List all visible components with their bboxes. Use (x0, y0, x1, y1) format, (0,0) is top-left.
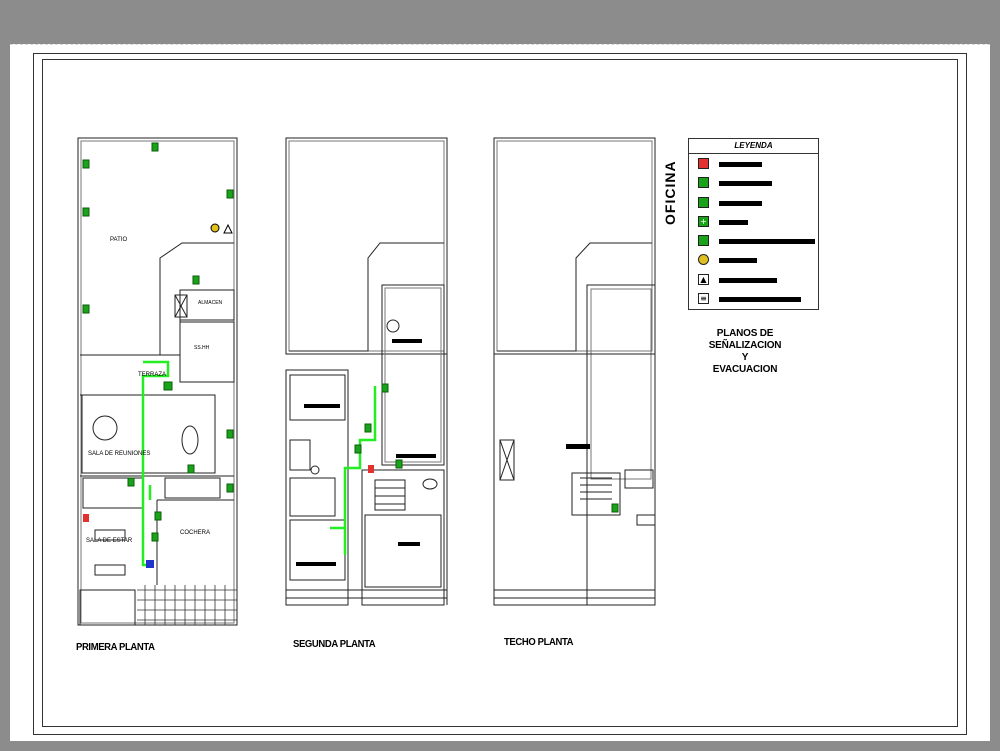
legend-description-bar (719, 239, 815, 245)
plan-title-line1: PLANOS DE (716, 328, 774, 339)
caption-primera-planta: PRIMERA PLANTA (76, 642, 155, 653)
legend-title: LEYENDA (689, 139, 818, 154)
hazard-marker (223, 223, 233, 234)
electrical-hazard-icon: ▲ (698, 273, 709, 285)
primera-planta-plan (77, 137, 238, 626)
emergency-exit-icon (698, 235, 709, 247)
legend-row (689, 173, 818, 192)
caption-segunda-planta: SEGUNDA PLANTA (293, 639, 376, 650)
cochera-floor-hatch (137, 585, 237, 625)
room-label-sala-reuniones: SALA DE REUNIONES (88, 451, 151, 457)
room-label-cochera: COCHERA (180, 530, 211, 536)
legend-row (689, 231, 818, 250)
legend-description-bar (719, 200, 762, 206)
plan-title-line2: SEÑALIZACION (708, 340, 782, 351)
legend-description-bar (719, 181, 772, 187)
safe-zone-marker (210, 223, 220, 233)
extinguisher-marker (368, 465, 374, 473)
room-label-terraza: TERRAZA (138, 372, 167, 378)
evacuation-route-lines (141, 360, 377, 567)
extinguisher-sign-icon (698, 158, 709, 169)
legend-description-bar (719, 258, 757, 264)
legend-row (689, 154, 818, 173)
plan-title: PLANOS DE SEÑALIZACION Y EVACUACION (690, 328, 800, 376)
extinguisher-marker (83, 514, 89, 522)
legend-description-bar (719, 162, 762, 167)
stairs-icon: ≡ (698, 293, 709, 305)
room-label-almacen: ALMACEN (198, 300, 223, 306)
legend-row (689, 193, 818, 212)
room-label-patio: PATIO (110, 237, 128, 243)
caption-techo-planta: TECHO PLANTA (504, 637, 574, 648)
room-tags (296, 339, 590, 566)
safe-zone-icon (698, 254, 709, 266)
plan-title-line3: Y (741, 352, 749, 363)
oficina-title: OFICINA (662, 160, 678, 225)
legend-row: + (689, 212, 818, 231)
legend-row (689, 250, 818, 269)
legend-description-bar (719, 219, 748, 225)
exit-sign-icon (698, 177, 709, 189)
first-aid-marker (146, 560, 154, 568)
segunda-planta-plan (285, 137, 448, 606)
room-label-sala-estar: SALA DE ESTAR (86, 538, 133, 544)
techo-planta-plan (493, 137, 656, 606)
signage-markers (82, 142, 619, 542)
legend-description-bar (719, 277, 777, 283)
legend-description-bar (719, 297, 801, 303)
legend-box: LEYENDA + ▲ ≡ (688, 138, 819, 310)
evacuation-route-icon (698, 196, 709, 208)
legend-row: ≡ (689, 289, 818, 308)
legend-rows: + ▲ ≡ (689, 154, 818, 308)
plan-title-line4: EVACUACION (712, 364, 778, 375)
room-label-sshh: SS.HH (194, 345, 210, 351)
first-aid-icon: + (698, 215, 709, 227)
legend-row: ▲ (689, 270, 818, 289)
